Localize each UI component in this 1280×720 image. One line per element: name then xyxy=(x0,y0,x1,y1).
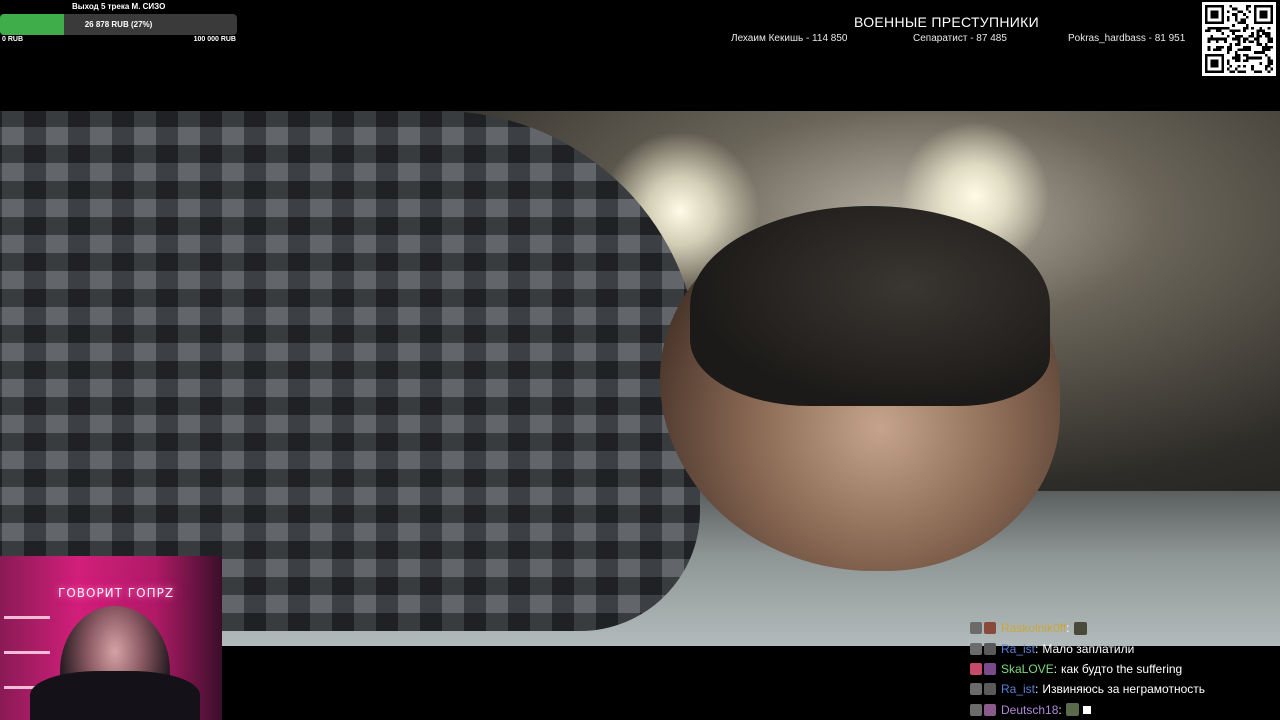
video-plaid-shirt xyxy=(0,111,700,631)
top-donors-heading: ВОЕННЫЕ ПРЕСТУПНИКИ xyxy=(854,14,1039,30)
webcam-neon-sign: ГОВОРИТ ГОПРZ xyxy=(58,586,175,600)
chat-text: Извиняюсь за неграмотность xyxy=(1042,682,1206,697)
chat-badge-icon xyxy=(984,622,996,635)
chat-username: SkaLOVE xyxy=(1001,661,1054,676)
chat-emote-icon xyxy=(1065,703,1079,717)
chat-badge-icon xyxy=(984,662,996,675)
chat-badge-icon xyxy=(970,662,982,675)
chat-badge-icon xyxy=(970,622,982,635)
webcam-jacket xyxy=(30,671,200,720)
chat-emote-icon xyxy=(1073,621,1087,635)
webcam-overlay: ГОВОРИТ ГОПРZ xyxy=(0,556,222,720)
chat-message: SkaLOVE: как будто the suffering xyxy=(970,659,1280,679)
chat-badge-icon xyxy=(970,642,982,655)
chat-message: Ra_ist: Мало заплатили xyxy=(970,638,1280,658)
chat-message: Deutsch18: xyxy=(970,700,1280,720)
chat-username: Ra_ist xyxy=(1001,641,1036,656)
chat-badge-icon xyxy=(984,642,996,655)
goal-title: Выход 5 трека М. СИЗО xyxy=(72,2,166,11)
chat-badge-icon xyxy=(984,683,996,696)
chat-username: Deutsch18 xyxy=(1001,702,1059,717)
chat-colon: : xyxy=(1058,702,1062,717)
chat-colon: : xyxy=(1053,661,1058,676)
top-donor-entry: Pokras_hardbass - 81 951 xyxy=(1068,33,1186,44)
chat-overlay: Raskolnik0ff: Ra_ist: Мало заплатили Ska… xyxy=(970,618,1280,720)
chat-square-icon xyxy=(1082,705,1091,714)
qr-code-icon xyxy=(1202,2,1276,76)
chat-badge-icon xyxy=(984,703,996,716)
chat-text: Мало заплатили xyxy=(1042,641,1135,656)
chat-message: Raskolnik0ff: xyxy=(970,618,1280,638)
chat-colon: : xyxy=(1066,621,1070,636)
donation-goal-widget: Выход 5 трека М. СИЗО 26 878 RUB (27%) 0… xyxy=(0,0,240,46)
top-donor-entry: Лехаим Кекишь - 114 850 xyxy=(731,33,848,44)
goal-min-label: 0 RUB xyxy=(2,36,24,43)
chat-username: Raskolnik0ff xyxy=(1001,621,1067,636)
chat-badge-icon xyxy=(970,703,982,716)
top-donor-entry: Сепаратист - 87 485 xyxy=(913,33,1007,44)
webcam-shelf xyxy=(4,651,50,654)
goal-max-label: 100 000 RUB xyxy=(193,36,236,43)
chat-username: Ra_ist xyxy=(1001,682,1036,697)
webcam-shelf xyxy=(4,616,50,619)
chat-text: как будто the suffering xyxy=(1061,661,1183,676)
chat-colon: : xyxy=(1035,682,1039,697)
chat-colon: : xyxy=(1035,641,1039,656)
goal-amount: 26 878 RUB (27%) xyxy=(84,20,153,29)
chat-message: Ra_ist: Извиняюсь за неграмотность xyxy=(970,679,1280,699)
video-hair xyxy=(690,206,1050,406)
chat-badge-icon xyxy=(970,683,982,696)
